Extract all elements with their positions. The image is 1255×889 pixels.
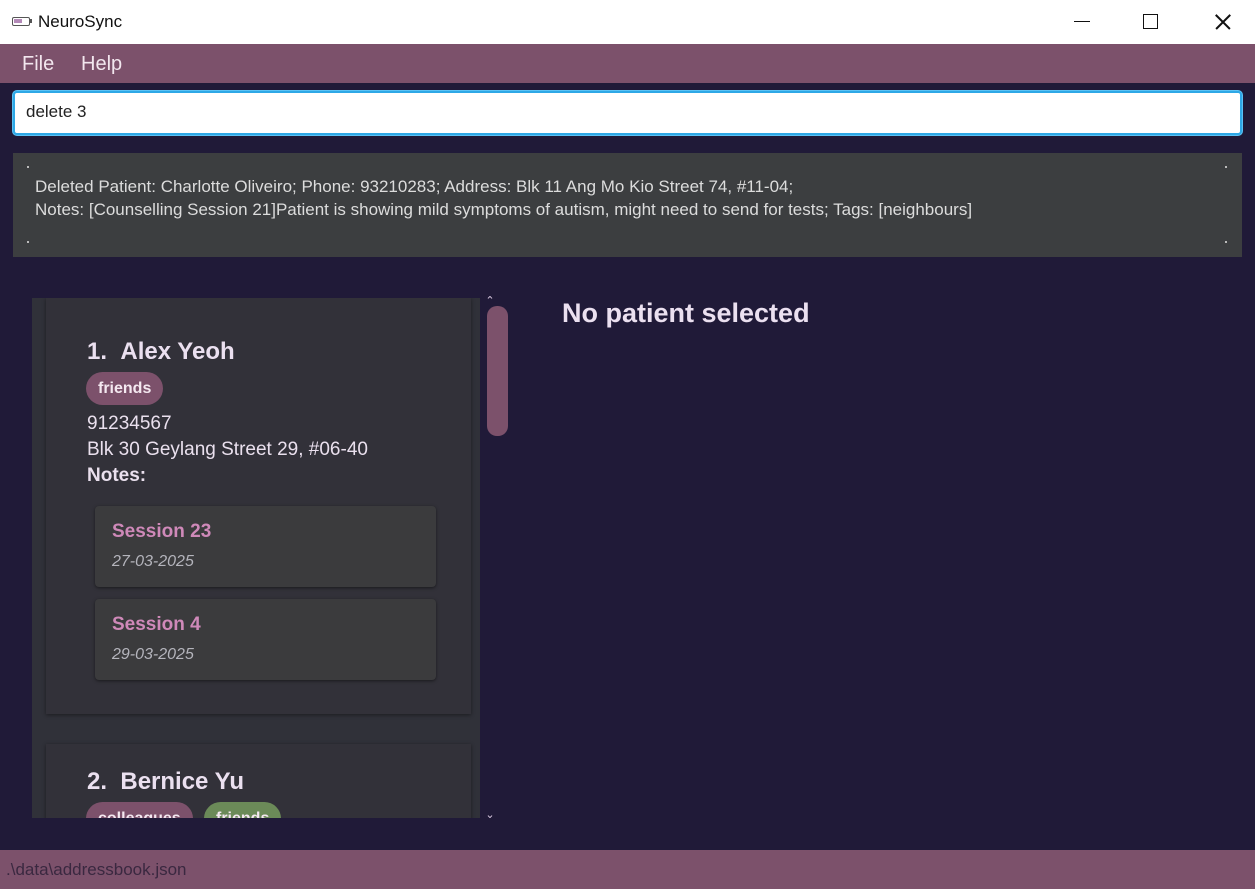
patient-card[interactable]: 1. Alex Yeoh friends 91234567 Blk 30 Gey… [46,298,471,714]
patient-index: 2. [87,768,108,795]
corner-dot [1225,166,1227,168]
menu-file[interactable]: File [22,53,54,76]
patient-phone: 91234567 [87,413,172,434]
menu-bar: File Help [0,44,1255,83]
patient-address: Blk 30 Geylang Street 29, #06-40 [87,439,368,460]
command-input[interactable]: delete 3 [13,91,1242,135]
window-title: NeuroSync [38,12,123,31]
session-date: 27-03-2025 [112,553,194,570]
session-card[interactable]: Session 23 27-03-2025 [95,506,436,587]
corner-dot [1225,241,1227,243]
patient-name-text: Alex Yeoh [120,338,235,365]
result-display: Deleted Patient: Charlotte Oliveiro; Pho… [13,153,1242,257]
detail-placeholder-heading: No patient selected [562,298,810,328]
scrollbar-thumb[interactable] [487,306,508,436]
patient-card[interactable]: 2. Bernice Yu colleagues friends [46,744,471,818]
tag-colleagues: colleagues [86,802,193,818]
tag-friends: friends [86,372,164,405]
tag-friends: friends [204,802,282,818]
session-card[interactable]: Session 4 29-03-2025 [95,599,436,680]
result-message-line-1: Deleted Patient: Charlotte Oliveiro; Pho… [35,177,794,196]
patient-index: 1. [87,338,108,365]
corner-dot [27,166,29,168]
patient-name: 2. Bernice Yu [87,768,244,796]
command-input-text: delete 3 [26,102,87,121]
session-title: Session 4 [112,614,201,635]
patient-list[interactable]: 1. Alex Yeoh friends 91234567 Blk 30 Gey… [32,298,511,818]
maximize-icon [1143,14,1158,29]
session-title: Session 23 [112,521,212,542]
maximize-button[interactable] [1127,0,1173,44]
data-file-path: .\data\addressbook.json [6,860,187,879]
patient-name: 1. Alex Yeoh [87,338,235,366]
list-scrollbar[interactable]: ⌃ ⌄ [480,296,511,822]
notes-label: Notes: [87,465,147,486]
session-date: 29-03-2025 [112,646,194,663]
corner-dot [27,241,29,243]
scroll-down-arrow-icon[interactable]: ⌄ [484,810,496,821]
result-message-line-2: Notes: [Counselling Session 21]Patient i… [35,200,973,219]
status-bar: .\data\addressbook.json [0,850,1255,889]
close-button[interactable] [1198,0,1244,44]
minimize-button[interactable] [1058,0,1104,44]
title-bar: NeuroSync [0,0,1255,44]
patient-name-text: Bernice Yu [120,768,244,795]
minimize-icon [1074,21,1090,22]
app-icon [12,17,32,26]
menu-help[interactable]: Help [81,53,122,76]
